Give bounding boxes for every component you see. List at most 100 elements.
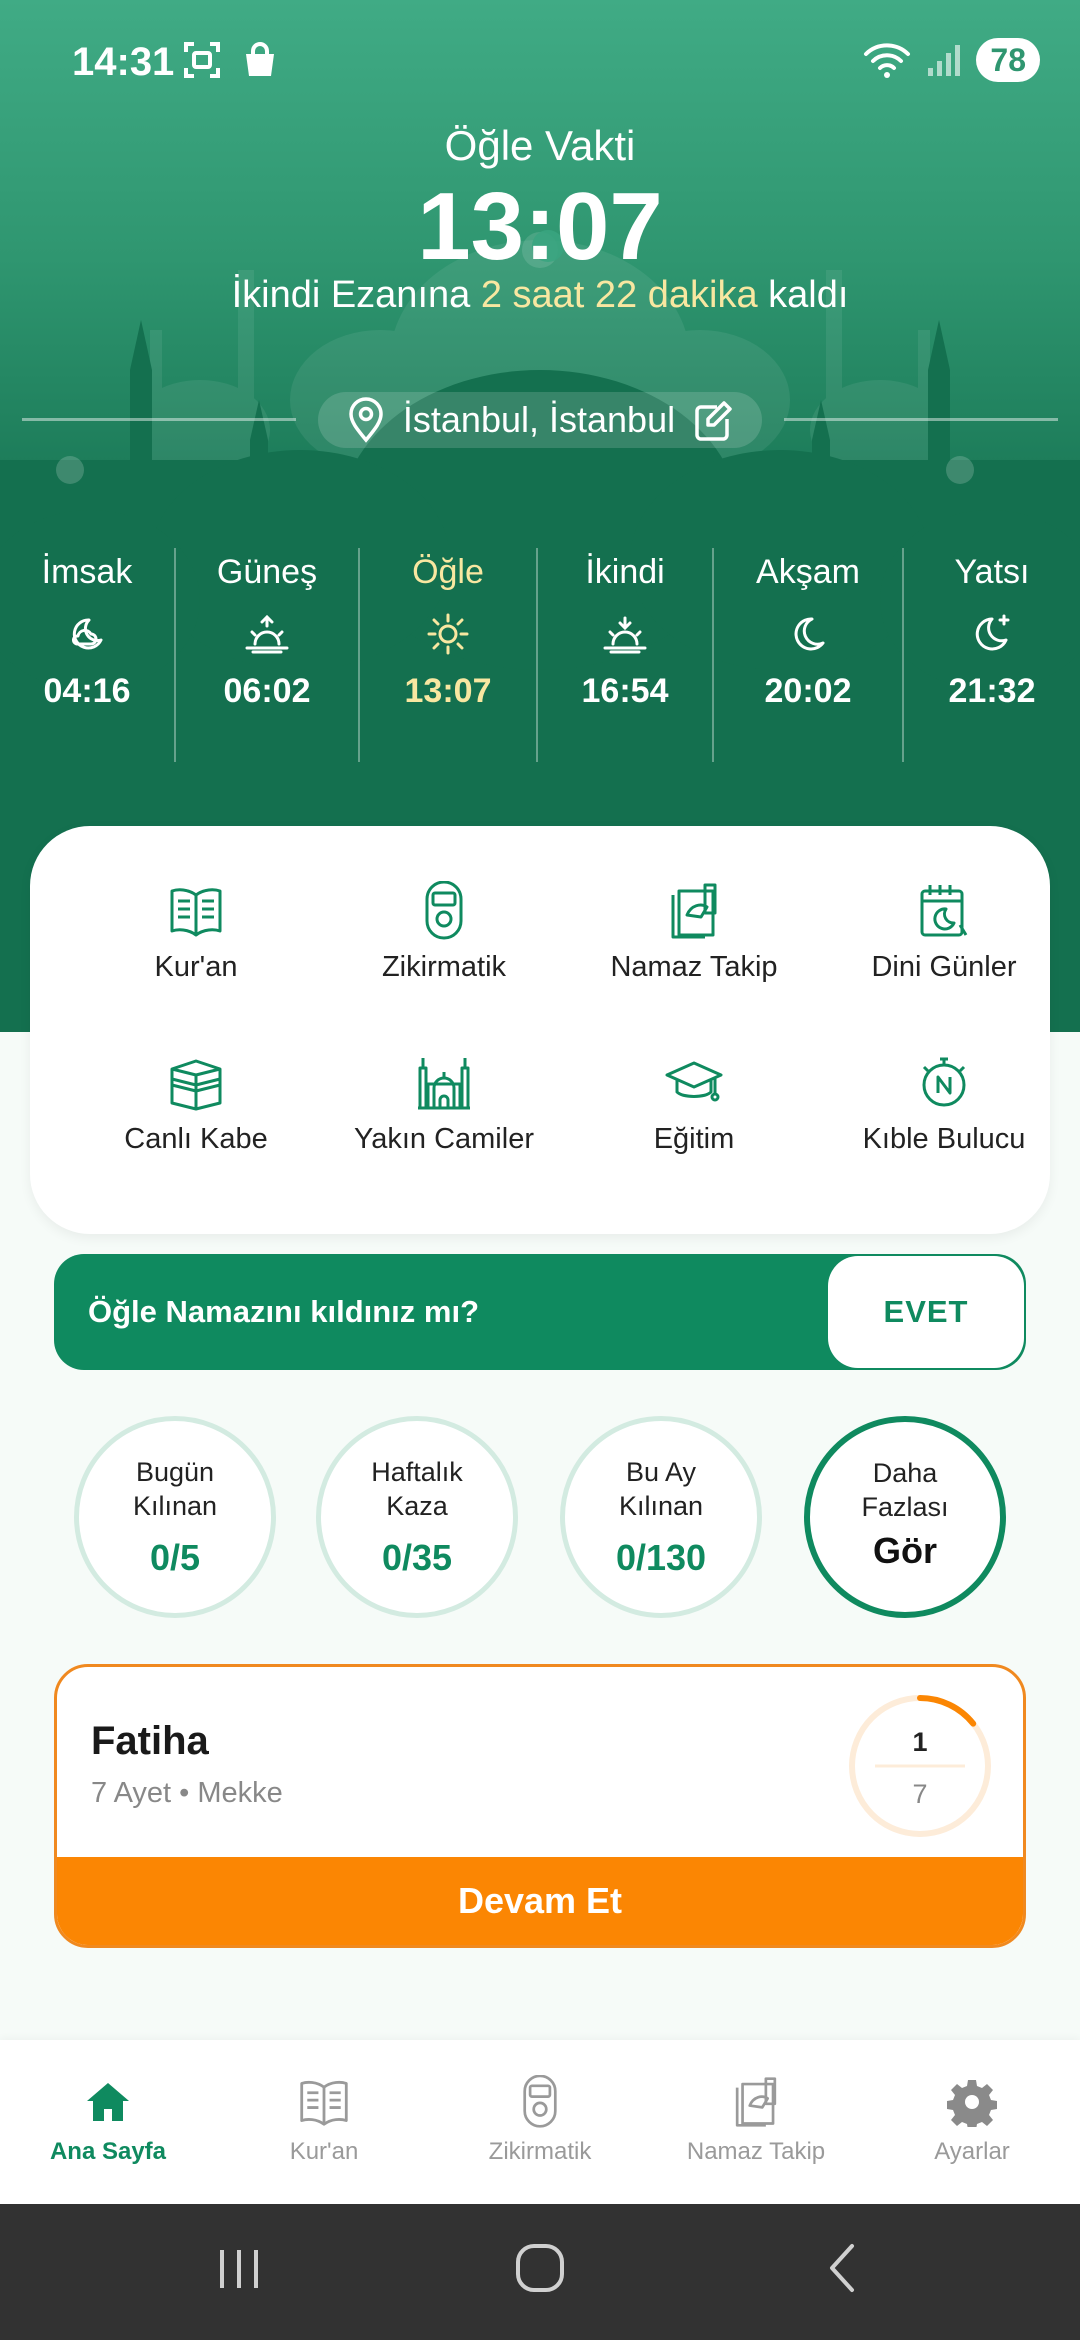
- nav-home[interactable]: Ana Sayfa: [0, 2072, 216, 2166]
- stat-today-prayed[interactable]: Bugün Kılınan 0/5: [74, 1416, 276, 1618]
- prayer-name: Yatsı: [954, 553, 1030, 591]
- nav-zikirmatik[interactable]: Zikirmatik: [432, 2072, 648, 2166]
- current-prayer-time: 13:07: [417, 173, 663, 280]
- stat-weekly-qada[interactable]: Haftalık Kaza 0/35: [316, 1416, 518, 1618]
- stat-label: Bu Ay Kılınan: [618, 1457, 704, 1521]
- nav-label: Ana Sayfa: [49, 2138, 167, 2165]
- menu-item-dini-gunler[interactable]: Dini Günler: [844, 878, 1044, 984]
- counter-icon: [523, 2075, 557, 2128]
- back-icon[interactable]: [818, 2240, 868, 2296]
- menu-item-label: Canlı Kabe: [124, 1123, 268, 1155]
- prayer-time-value: 06:02: [223, 672, 311, 710]
- see-more-button[interactable]: Daha Fazlası Gör: [804, 1416, 1006, 1618]
- sunset-icon: [603, 616, 647, 654]
- battery-indicator: 78: [976, 38, 1040, 82]
- status-time: 14:31: [72, 40, 175, 84]
- progress-total: 7: [912, 1779, 928, 1809]
- book-icon: [300, 2080, 348, 2126]
- menu-item-label: Namaz Takip: [610, 951, 778, 983]
- countdown-suffix: kaldı: [768, 274, 849, 316]
- calendar-icon: [920, 885, 968, 937]
- feature-grid: Kur'an Zikirmatik Namaz Takip Dini Günle…: [30, 826, 1050, 1234]
- nav-label: Kur'an: [289, 2138, 359, 2165]
- prayer-name: Öğle: [412, 553, 484, 591]
- prayer-confirmation-question: Öğle Namazını kıldınız mı?: [88, 1294, 480, 1329]
- stat-value: 0/130: [615, 1537, 707, 1578]
- shopping-bag-icon: [246, 42, 274, 76]
- prayer-time-ogle[interactable]: Öğle 13:07: [360, 548, 536, 711]
- nav-quran[interactable]: Kur'an: [216, 2072, 432, 2166]
- prayer-time-imsak[interactable]: İmsak 04:16: [0, 548, 174, 711]
- system-navigation-bar: [0, 2204, 1080, 2340]
- nav-label: Zikirmatik: [488, 2138, 592, 2165]
- gear-icon: [947, 2080, 997, 2127]
- menu-item-yakin-camiler[interactable]: Yakın Camiler: [344, 1050, 544, 1156]
- compass-icon: [922, 1057, 966, 1107]
- stat-label: Bugün Kılınan: [132, 1457, 218, 1521]
- location-name: İstanbul, İstanbul: [402, 399, 676, 440]
- prayer-time-ikindi[interactable]: İkindi 16:54: [538, 548, 712, 711]
- continue-reading-button[interactable]: Devam Et: [57, 1857, 1023, 1945]
- location-selector[interactable]: İstanbul, İstanbul: [318, 392, 762, 448]
- menu-item-egitim[interactable]: Eğitim: [594, 1050, 794, 1156]
- signal-icon: [928, 45, 961, 76]
- nav-label: Ayarlar: [934, 2138, 1010, 2165]
- prayer-time-value: 04:16: [43, 672, 131, 710]
- moon-star-icon: [975, 614, 1010, 651]
- menu-item-quran[interactable]: Kur'an: [96, 878, 296, 984]
- prayer-name: Akşam: [756, 553, 860, 591]
- wifi-icon: [864, 43, 911, 78]
- moon-cloud-icon: [72, 618, 103, 650]
- prayer-confirmation-bar: Öğle Namazını kıldınız mı? EVET: [54, 1254, 1026, 1370]
- home-icon: [87, 2083, 129, 2121]
- sun-icon: [427, 613, 469, 655]
- nav-namaz-takip[interactable]: Namaz Takip: [648, 2072, 864, 2166]
- prayer-time-value: 13:07: [404, 672, 492, 710]
- menu-item-namaz-takip[interactable]: Namaz Takip: [594, 878, 794, 984]
- menu-item-label: Kıble Bulucu: [862, 1123, 1026, 1155]
- menu-item-kible-bulucu[interactable]: Kıble Bulucu: [844, 1050, 1044, 1156]
- stat-month-prayed[interactable]: Bu Ay Kılınan 0/130: [560, 1416, 762, 1618]
- prayer-name: Güneş: [216, 553, 318, 591]
- stat-value: 0/35: [381, 1537, 453, 1578]
- menu-item-label: Dini Günler: [871, 951, 1017, 983]
- prayer-time-gunes[interactable]: Güneş 06:02: [176, 548, 358, 711]
- prayer-tracker-icon: [671, 883, 717, 939]
- quran-progress-card[interactable]: Fatiha 7 Ayet • Mekke 1 7 Devam Et: [54, 1664, 1026, 1948]
- progress-ring-graphic: [849, 1695, 991, 1837]
- reading-progress-ring: 1 7: [845, 1691, 995, 1841]
- stat-value: Gör: [872, 1530, 937, 1571]
- graduation-cap-icon: [665, 1061, 723, 1102]
- menu-item-label: Zikirmatik: [381, 951, 507, 983]
- current-prayer-label: Öğle Vakti: [444, 122, 636, 169]
- book-icon: [170, 888, 222, 937]
- prayer-time-value: 16:54: [581, 672, 669, 710]
- recent-apps-icon[interactable]: [214, 2240, 264, 2296]
- menu-item-canli-kabe[interactable]: Canlı Kabe: [96, 1050, 296, 1156]
- prayer-name: İmsak: [41, 553, 133, 591]
- sunrise-icon: [245, 614, 289, 654]
- moon-icon: [794, 617, 825, 651]
- screenshot-icon: [184, 42, 220, 78]
- prayer-time-yatsi[interactable]: Yatsı 21:32: [904, 548, 1080, 711]
- prayer-time-value: 21:32: [948, 672, 1036, 710]
- progress-current: 1: [912, 1727, 928, 1757]
- menu-item-label: Yakın Camiler: [354, 1123, 534, 1155]
- nav-settings[interactable]: Ayarlar: [864, 2072, 1080, 2166]
- stat-value: 0/5: [149, 1537, 201, 1578]
- counter-icon: [425, 881, 463, 940]
- menu-item-label: Eğitim: [653, 1123, 735, 1155]
- prayer-time-aksam[interactable]: Akşam 20:02: [714, 548, 902, 711]
- next-prayer-countdown: İkindi Ezanına 2 saat 22 dakika kaldı: [0, 274, 1080, 317]
- mosque-icon: [418, 1058, 470, 1110]
- confirm-yes-button[interactable]: EVET: [828, 1256, 1024, 1368]
- countdown-remaining: 2 saat 22 dakika: [480, 274, 758, 316]
- status-bar: 14:31 78: [0, 0, 1080, 120]
- bottom-navigation: Ana Sayfa Kur'an Zikirmatik Namaz Takip …: [0, 2040, 1080, 2204]
- home-button-icon[interactable]: [514, 2240, 566, 2296]
- edit-icon[interactable]: [693, 399, 733, 441]
- countdown-prefix: İkindi Ezanına: [231, 274, 471, 316]
- surah-title: Fatiha: [91, 1719, 209, 1763]
- prayer-name: İkindi: [585, 553, 665, 591]
- menu-item-zikirmatik[interactable]: Zikirmatik: [344, 878, 544, 984]
